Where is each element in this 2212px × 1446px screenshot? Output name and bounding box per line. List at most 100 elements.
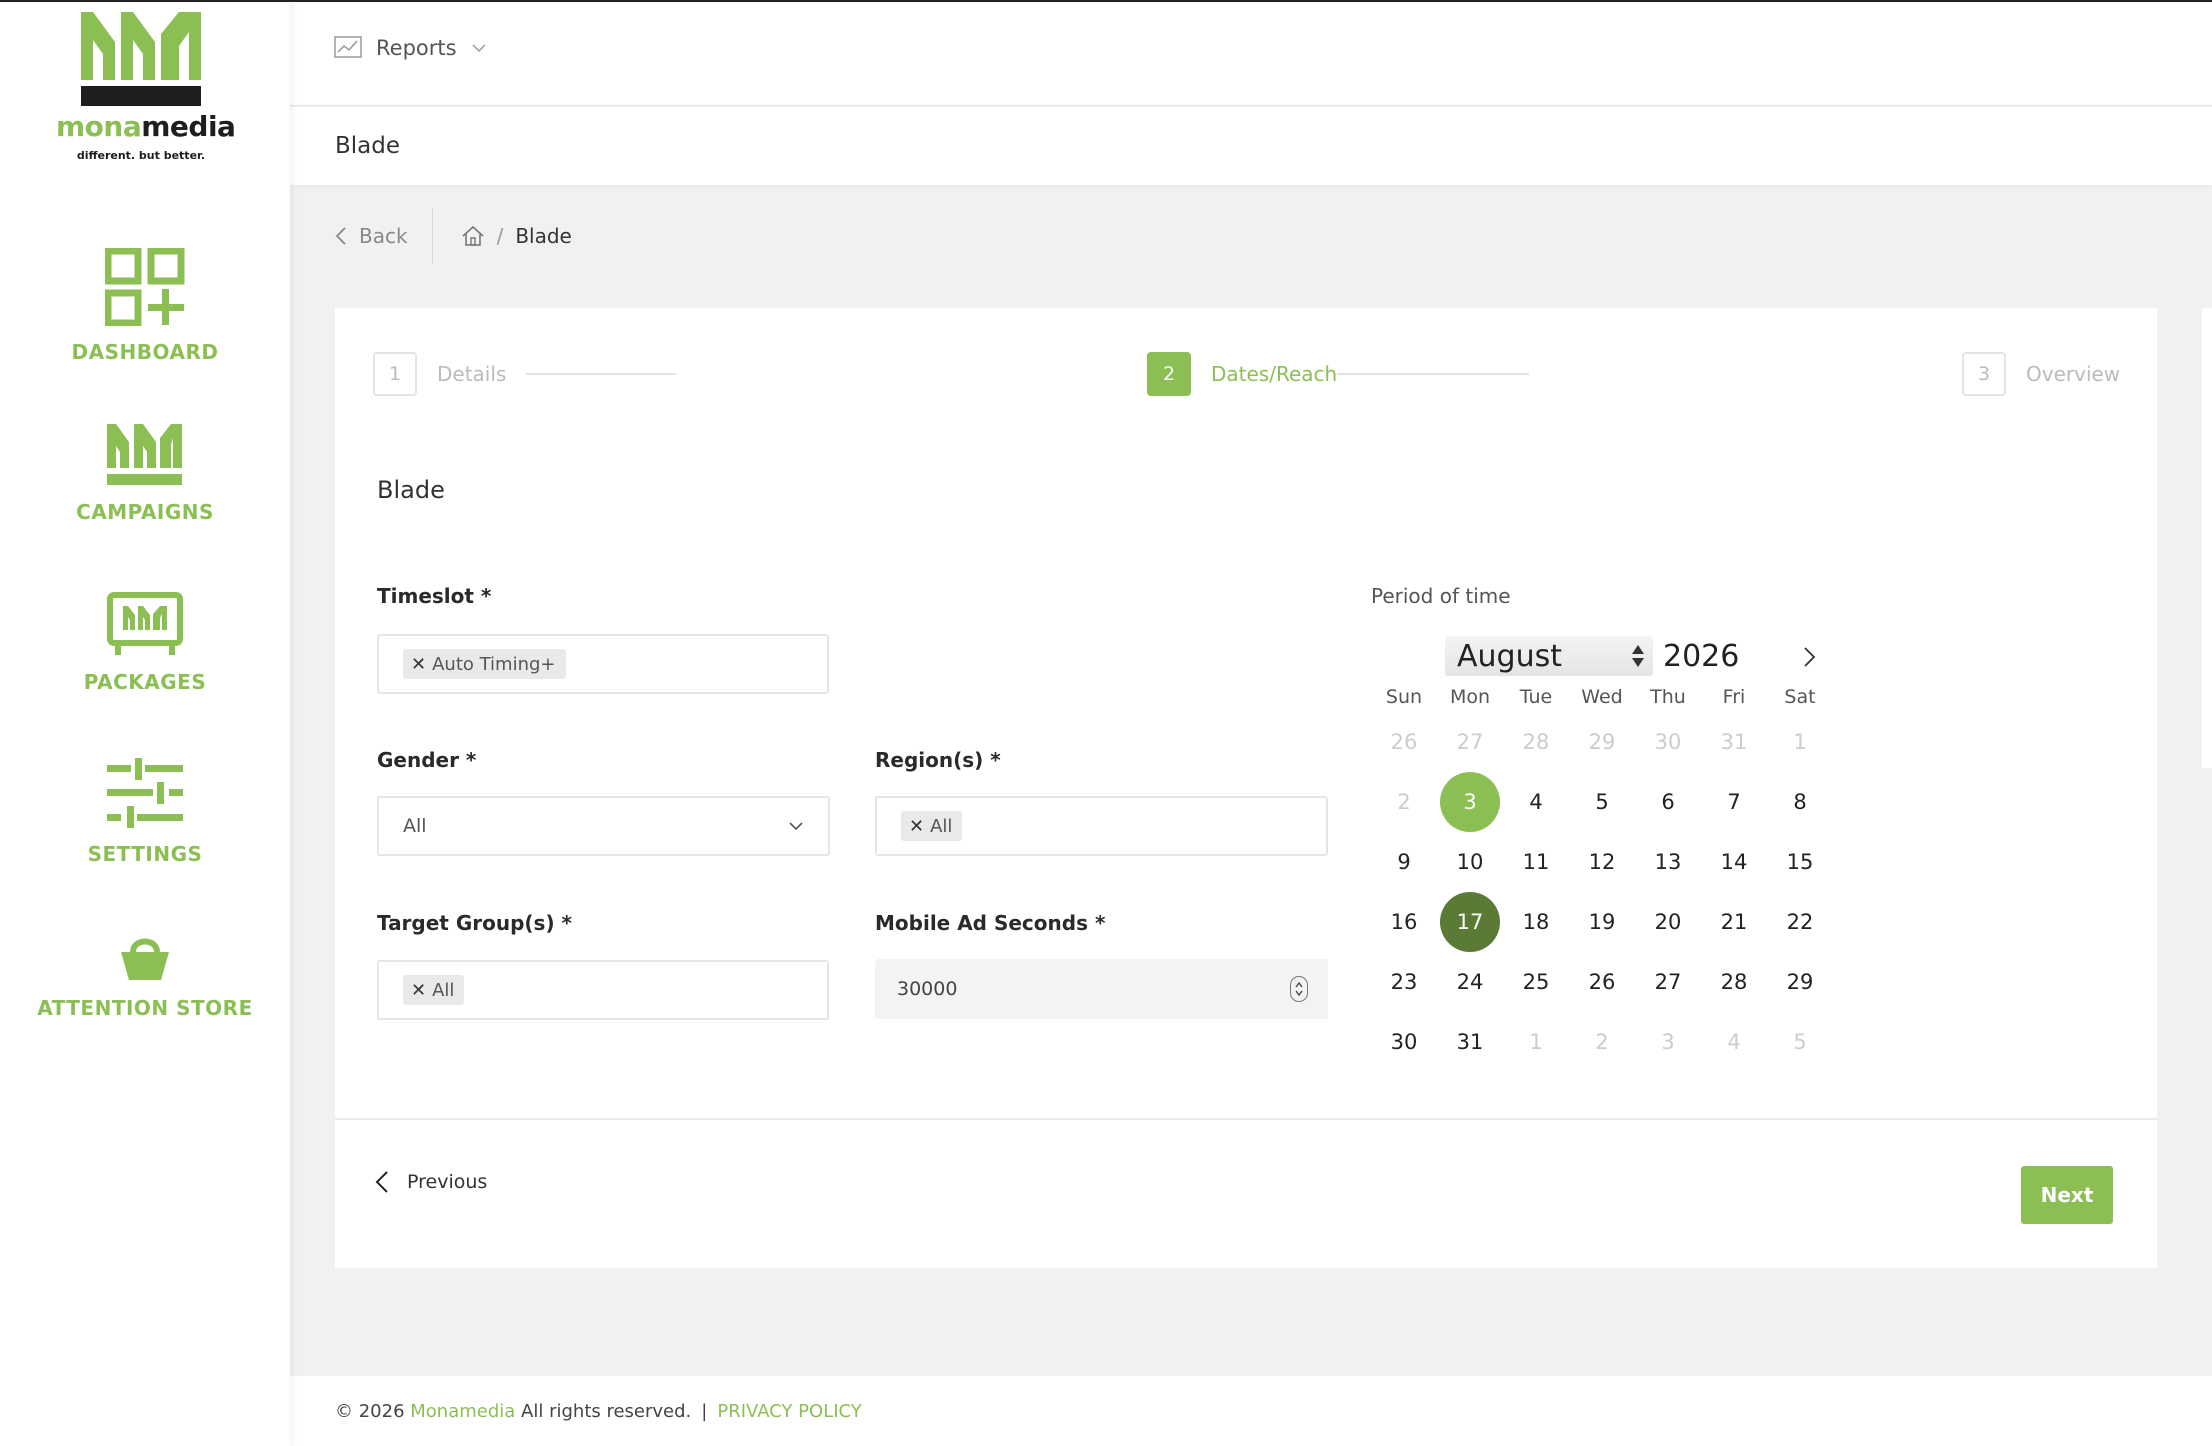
- reports-label: Reports: [376, 36, 457, 60]
- calendar-day[interactable]: 31: [1440, 1012, 1500, 1072]
- number-stepper-icon[interactable]: [1290, 976, 1308, 1002]
- step-number: 3: [1962, 352, 2006, 396]
- breadcrumb-divider: [431, 208, 433, 264]
- calendar-day[interactable]: 3: [1638, 1012, 1698, 1072]
- calendar-day[interactable]: 28: [1704, 952, 1764, 1012]
- calendar-day[interactable]: 25: [1506, 952, 1566, 1012]
- calendar-day[interactable]: 5: [1572, 772, 1632, 832]
- nav-packages[interactable]: PACKAGES: [0, 592, 290, 694]
- page-footer: © 2026 Monamedia All rights reserved. | …: [290, 1376, 2212, 1446]
- nav-label: PACKAGES: [83, 670, 207, 694]
- gender-label: Gender *: [377, 748, 477, 772]
- logo[interactable]: monamedia different. but better.: [56, 12, 236, 162]
- mobile-ad-seconds-label: Mobile Ad Seconds *: [875, 911, 1106, 935]
- calendar-day[interactable]: 27: [1638, 952, 1698, 1012]
- calendar-day[interactable]: 18: [1506, 892, 1566, 952]
- calendar-day[interactable]: 26: [1572, 952, 1632, 1012]
- weekday-label: Sun: [1385, 686, 1423, 708]
- calendar-day[interactable]: 4: [1704, 1012, 1764, 1072]
- calendar-day[interactable]: 30: [1638, 712, 1698, 772]
- calendar-day[interactable]: 8: [1770, 772, 1830, 832]
- nav-attention-store[interactable]: ATTENTION STORE: [0, 932, 290, 1020]
- step-dates-reach[interactable]: 2 Dates/Reach: [1147, 352, 1530, 396]
- calendar-day[interactable]: 10: [1440, 832, 1500, 892]
- nav-dashboard[interactable]: DASHBOARD: [0, 248, 290, 364]
- calendar-day-end[interactable]: 17: [1440, 892, 1500, 952]
- breadcrumb: Back / Blade: [335, 208, 572, 264]
- step-connector: [1337, 373, 1530, 375]
- calendar-day[interactable]: 2: [1572, 1012, 1632, 1072]
- year-value[interactable]: 2026: [1663, 639, 1739, 674]
- calendar-day[interactable]: 19: [1572, 892, 1632, 952]
- gender-value: All: [403, 815, 427, 837]
- reports-menu[interactable]: Reports: [334, 36, 487, 60]
- calendar-day[interactable]: 1: [1770, 712, 1830, 772]
- home-icon[interactable]: [461, 225, 485, 247]
- calendar-day[interactable]: 31: [1704, 712, 1764, 772]
- step-number: 2: [1147, 352, 1191, 396]
- side-panel-edge: [2202, 308, 2212, 768]
- weekday-label: Wed: [1581, 686, 1623, 708]
- previous-label: Previous: [407, 1171, 488, 1193]
- chevron-down-icon: [472, 44, 486, 53]
- timeslot-multiselect[interactable]: ✕ Auto Timing+: [377, 634, 829, 694]
- remove-chip-icon[interactable]: ✕: [411, 654, 426, 675]
- calendar-day[interactable]: 1: [1506, 1012, 1566, 1072]
- mobile-ad-seconds-input[interactable]: 30000: [875, 959, 1328, 1019]
- remove-chip-icon[interactable]: ✕: [909, 816, 924, 837]
- next-month-button[interactable]: [1802, 646, 1816, 672]
- period-label: Period of time: [1371, 584, 1511, 608]
- next-button[interactable]: Next: [2021, 1166, 2113, 1224]
- calendar-day[interactable]: 22: [1770, 892, 1830, 952]
- back-button[interactable]: Back: [335, 224, 408, 248]
- calendar-day[interactable]: 2: [1374, 772, 1434, 832]
- calendar-day-start[interactable]: 3: [1440, 772, 1500, 832]
- gender-select[interactable]: All: [377, 796, 830, 856]
- previous-button[interactable]: Previous: [375, 1170, 487, 1194]
- chevron-down-icon: [789, 822, 803, 831]
- nav-label: SETTINGS: [87, 842, 203, 866]
- calendar-day[interactable]: 28: [1506, 712, 1566, 772]
- calendar-day[interactable]: 4: [1506, 772, 1566, 832]
- top-header: Reports: [290, 2, 2212, 106]
- calendar-header: August 2026: [1445, 636, 1739, 676]
- nav-campaigns[interactable]: CAMPAIGNS: [0, 424, 290, 524]
- regions-multiselect[interactable]: ✕ All: [875, 796, 1328, 856]
- remove-chip-icon[interactable]: ✕: [411, 980, 426, 1001]
- chip-label: All: [432, 979, 455, 1001]
- calendar-day[interactable]: 12: [1572, 832, 1632, 892]
- calendar-day[interactable]: 15: [1770, 832, 1830, 892]
- chip-label: Auto Timing+: [432, 653, 556, 675]
- target-group-chip: ✕ All: [403, 975, 465, 1005]
- calendar-day[interactable]: 11: [1506, 832, 1566, 892]
- calendar-day[interactable]: 30: [1374, 1012, 1434, 1072]
- logo-mark-icon: [81, 12, 201, 106]
- calendar-day[interactable]: 29: [1770, 952, 1830, 1012]
- target-groups-multiselect[interactable]: ✕ All: [377, 960, 829, 1020]
- calendar-day[interactable]: 23: [1374, 952, 1434, 1012]
- card-divider: [335, 1118, 2157, 1120]
- calendar-day[interactable]: 26: [1374, 712, 1434, 772]
- calendar-day[interactable]: 21: [1704, 892, 1764, 952]
- step-overview[interactable]: 3 Overview: [1962, 352, 2120, 396]
- chevron-left-icon: [375, 1171, 388, 1193]
- privacy-policy-link[interactable]: PRIVACY POLICY: [717, 1401, 861, 1422]
- calendar-day[interactable]: 9: [1374, 832, 1434, 892]
- timeslot-label: Timeslot *: [377, 584, 492, 608]
- page-title: Blade: [335, 133, 401, 159]
- calendar-day[interactable]: 24: [1440, 952, 1500, 1012]
- calendar-day[interactable]: 16: [1374, 892, 1434, 952]
- calendar-day[interactable]: 29: [1572, 712, 1632, 772]
- nav-settings[interactable]: SETTINGS: [0, 758, 290, 866]
- calendar-day[interactable]: 6: [1638, 772, 1698, 832]
- calendar-day[interactable]: 14: [1704, 832, 1764, 892]
- sidebar: monamedia different. but better. DASHBOA…: [0, 0, 290, 1446]
- calendar-day[interactable]: 5: [1770, 1012, 1830, 1072]
- calendar-day[interactable]: 7: [1704, 772, 1764, 832]
- step-details[interactable]: 1 Details: [373, 352, 677, 396]
- calendar-day[interactable]: 20: [1638, 892, 1698, 952]
- packages-screen-icon: [107, 592, 183, 655]
- calendar-day[interactable]: 13: [1638, 832, 1698, 892]
- month-select[interactable]: August: [1445, 636, 1653, 676]
- calendar-day[interactable]: 27: [1440, 712, 1500, 772]
